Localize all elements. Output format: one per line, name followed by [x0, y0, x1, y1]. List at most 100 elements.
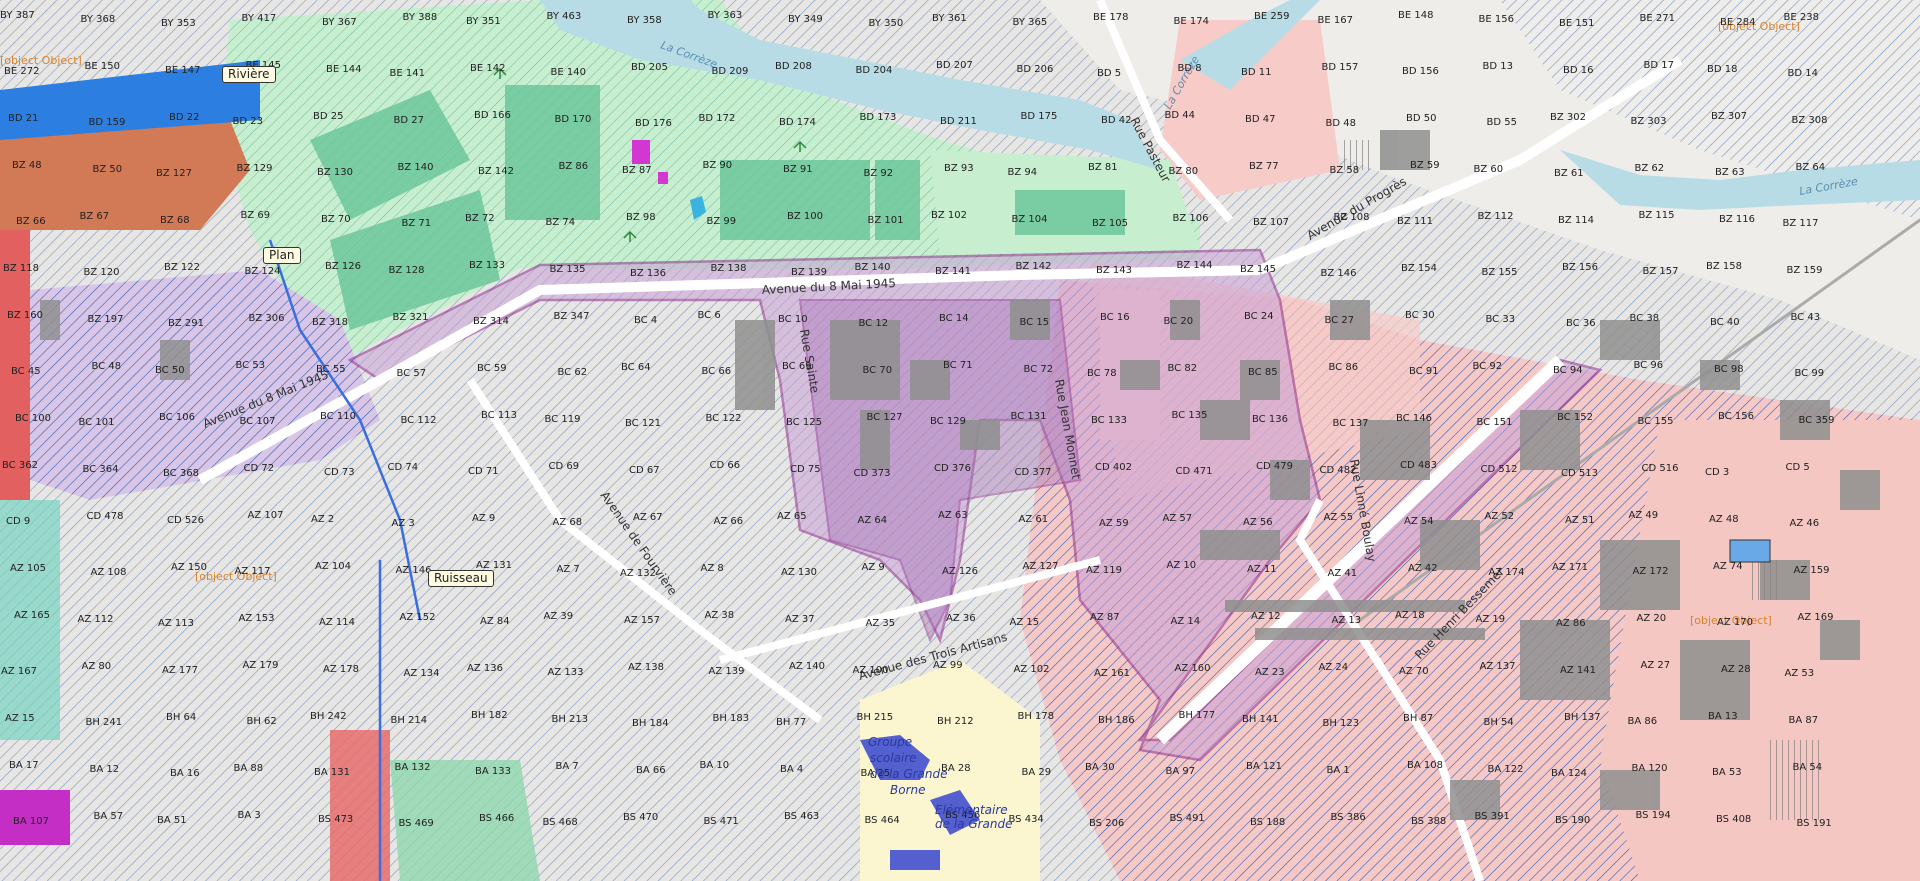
callout-riviere[interactable]: Rivière [222, 66, 276, 83]
parcel-number: CD 526 [167, 515, 204, 526]
parcel-number: AZ 113 [158, 618, 194, 629]
parcel-number: BZ 127 [156, 168, 192, 179]
parcel-number: BH 215 [857, 712, 894, 723]
parcel-number: BC 119 [545, 414, 581, 425]
parcel-number: BH 87 [1403, 713, 1433, 724]
parcel-number: BC 27 [1325, 315, 1355, 326]
parcel-number: BZ 197 [88, 314, 124, 325]
parcel-number: BC 121 [625, 418, 661, 429]
parcel-number: AZ 12 [1251, 611, 1281, 622]
parcel-number: BC 113 [481, 410, 517, 421]
parcel-number: AZ 54 [1404, 516, 1434, 527]
parcel-number: BD 174 [779, 117, 816, 128]
parcel-number: CD 9 [6, 516, 30, 527]
parcel-number: BZ 90 [703, 160, 733, 171]
parcel-number: BD 44 [1165, 110, 1195, 121]
parcel-number: CD 516 [1642, 463, 1679, 474]
parcel-number: BA 108 [1407, 760, 1443, 771]
pool [1729, 539, 1771, 563]
parcel-number: BC 71 [943, 360, 973, 371]
parcel-number: BY 365 [1013, 17, 1048, 28]
parcel-number: BZ 307 [1711, 111, 1747, 122]
parcel-number: BE 142 [470, 63, 505, 74]
parcel-number: BA 16 [170, 768, 200, 779]
parcel-number: BZ 92 [864, 168, 894, 179]
cadastral-map[interactable]: La Corrèze La Corrèze La Corrèze Avenue du… [0, 0, 1920, 881]
parcel-number: BA 12 [90, 764, 120, 775]
parcel-number: BE 147 [165, 65, 200, 76]
parcel-number: BA 121 [1246, 761, 1282, 772]
parcel-number: BZ 106 [1173, 213, 1209, 224]
parcel-number: AZ 51 [1565, 515, 1595, 526]
parcel-number: BE 167 [1318, 15, 1353, 26]
parcel-number: AZ 48 [1709, 514, 1739, 525]
callout-plan[interactable]: Plan [263, 247, 301, 264]
parcel-number: AZ 28 [1721, 664, 1751, 675]
map-canvas[interactable]: La Corrèze La CorrèzeLa Corrèze Avenue du… [0, 0, 1920, 881]
parcel-number: BZ 136 [630, 268, 666, 279]
parcel-number: AZ 179 [243, 660, 279, 671]
parcel-number: BD 205 [631, 62, 668, 73]
parcel-number: BH 184 [632, 718, 669, 729]
parcel-number: BC 98 [1714, 364, 1744, 375]
parcel-number: BS 190 [1555, 815, 1590, 826]
parcel-number: AZ 153 [239, 613, 275, 624]
parcel-number: BA 29 [1022, 767, 1052, 778]
parcel-number: BZ 158 [1706, 261, 1742, 272]
parcel-number: BC 36 [1566, 318, 1596, 329]
parcel-number: BZ 111 [1397, 216, 1433, 227]
parcel-number: BA 53 [1712, 767, 1742, 778]
school-label-line3: de la Grande [870, 767, 948, 781]
parcel-number: CD 373 [854, 468, 891, 479]
parcel-number: BD 8 [1178, 63, 1202, 74]
parcel-number: AZ 46 [1790, 518, 1820, 529]
parcel-number: BS 388 [1411, 816, 1446, 827]
parcel-number: BA 51 [157, 815, 187, 826]
parcel-number: CD 377 [1015, 467, 1052, 478]
parcel-number: BD 211 [940, 116, 977, 127]
parcel-number: BY 387 [0, 10, 35, 21]
parcel-number: BY 417 [242, 13, 277, 24]
parcel-number: BS 408 [1716, 814, 1751, 825]
parcel-number: AZ 10 [1167, 560, 1197, 571]
parcel-number: BC 70 [863, 365, 893, 376]
parcel-number: BE 140 [551, 67, 586, 78]
parcel-number: CD 69 [549, 461, 580, 472]
parcel-number: BZ 118 [3, 263, 39, 274]
parcel-number: BS 469 [399, 818, 434, 829]
parcel-number: AZ 35 [866, 618, 896, 629]
school-label-line4: Borne [890, 783, 926, 797]
parcel-number: BZ 129 [237, 163, 273, 174]
parcel-number: BH 183 [713, 713, 750, 724]
parcel-number: BD 17 [1644, 60, 1674, 71]
parcel-number: BZ 144 [1177, 260, 1213, 271]
parcel-number: BC 100 [15, 413, 51, 424]
parcel-number: CD 482 [1320, 465, 1357, 476]
parcel-number: BE 144 [326, 64, 361, 75]
parcel-number: CD 66 [710, 460, 741, 471]
parcel-number: BD 5 [1097, 68, 1121, 79]
parcel-number: BC 6 [698, 310, 721, 321]
parcel-number: BH 186 [1098, 715, 1135, 726]
parcel-number: BE 178 [1093, 12, 1128, 23]
parcel-number: BD 21 [8, 113, 38, 124]
parcel-number: BC 136 [1252, 414, 1288, 425]
parcel-number: BH 241 [86, 717, 123, 728]
parcel-number: AZ 15 [1010, 617, 1040, 628]
parcel-number: BZ 64 [1796, 162, 1826, 173]
parcel-number: BY 368 [81, 14, 116, 25]
parcel-number: BZ 80 [1169, 166, 1199, 177]
parcel-number: BC 110 [320, 411, 356, 422]
parcel-number: BZ 347 [554, 311, 590, 322]
parcel-number: BC 152 [1557, 412, 1593, 423]
parcel-number: BC 129 [930, 416, 966, 427]
parcel-number: BA 133 [475, 766, 511, 777]
parcel-number: BC 43 [1791, 312, 1821, 323]
parcel-number: BZ 112 [1478, 211, 1514, 222]
parcel-number: BC 94 [1553, 365, 1583, 376]
parcel-number: BC 15 [1020, 317, 1050, 328]
parcel-number: BS 466 [479, 813, 514, 824]
callout-ruisseau[interactable]: Ruisseau [428, 570, 494, 587]
parcel-number: BD 18 [1707, 64, 1737, 75]
parcel-number: BZ 74 [546, 217, 576, 228]
